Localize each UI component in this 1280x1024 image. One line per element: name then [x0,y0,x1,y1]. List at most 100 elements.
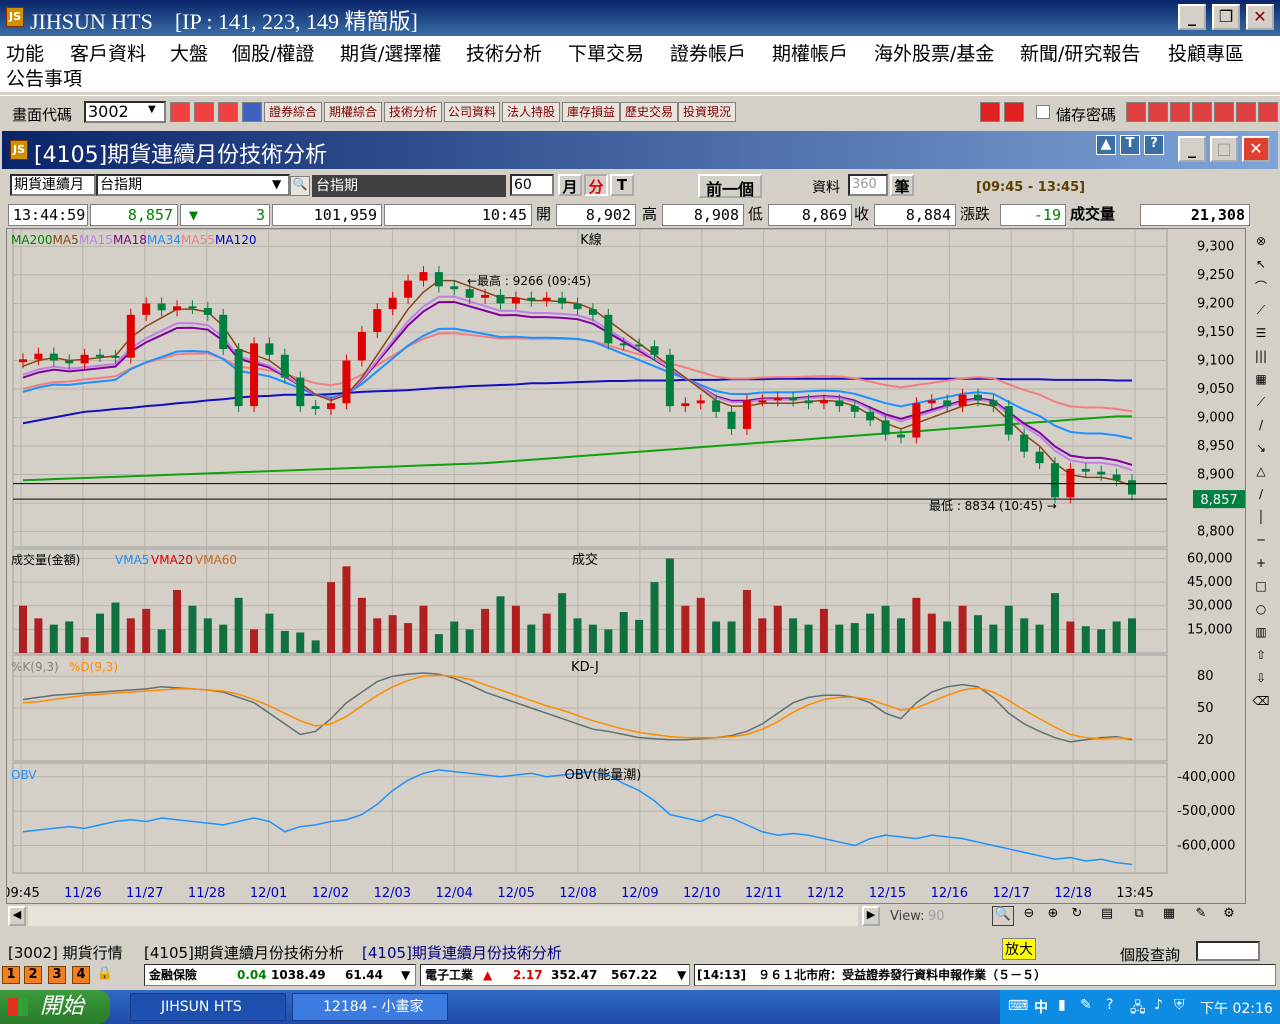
rect-icon[interactable]: □ [1251,576,1271,596]
hlines-icon[interactable]: ☰ [1251,323,1271,343]
month-button[interactable]: 月 [558,174,582,196]
cross-icon[interactable]: + [1251,553,1271,573]
table-icon[interactable]: ▦ [1158,906,1180,926]
child-close-button[interactable]: ✕ [1242,136,1270,162]
menu-securities-account[interactable]: 證券帳戶 [670,39,746,66]
zoom-icon[interactable]: 🔍 [992,906,1014,926]
page-3-button[interactable]: 3 [48,966,66,984]
arrow-left-icon[interactable] [980,102,1000,122]
arrow-right-icon[interactable] [1004,102,1024,122]
grid-icon[interactable] [1236,102,1256,122]
toolbar-company[interactable]: 公司資料 [444,102,500,122]
shield-icon[interactable]: ⛨ [1174,997,1185,1013]
scroll-right-button[interactable]: ▶ [862,906,880,926]
menu-order[interactable]: 下單交易 [568,39,644,66]
scroll-track[interactable] [28,906,858,926]
toolbar-institutional[interactable]: 法人持股 [502,102,560,122]
gear-icon[interactable]: ⚙ [1218,906,1240,926]
tab-futures-quote[interactable]: [3002] 期貨行情 [8,942,123,963]
pattern-icon[interactable]: ▦ [1251,369,1271,389]
chevron-down-icon[interactable]: ▼ [401,965,410,985]
menu-news[interactable]: 新聞/研究報告 [1020,39,1140,66]
trendline-icon[interactable]: ⟋ [1251,300,1271,320]
save-password-checkbox[interactable] [1036,105,1050,119]
menu-technical[interactable]: 技術分析 [466,39,542,66]
menu-announcements[interactable]: 公告事項 [6,64,82,91]
child-minimize-button[interactable]: _ [1178,136,1206,162]
minimize-button[interactable]: _ [1178,4,1206,30]
vline-icon[interactable]: │ [1251,507,1271,527]
refresh-icon[interactable]: ↻ [1066,906,1088,926]
menu-futures[interactable]: 期貨/選擇權 [340,39,441,66]
help-icon[interactable]: ? [1106,997,1113,1013]
data-count-input[interactable]: 360 [848,174,888,196]
toolbar-securities-summary[interactable]: 證券綜合 [264,102,322,122]
cancel-icon[interactable]: ⊗ [1251,231,1271,251]
dropdown-icon[interactable] [242,102,262,122]
copy-icon[interactable]: ⧉ [1128,906,1150,926]
period-select[interactable]: 60 [510,174,554,196]
line-icon[interactable]: / [1251,415,1271,435]
toolbar-investment[interactable]: 投資現況 [678,102,736,122]
down-icon[interactable]: ⇩ [1251,668,1271,688]
zoom-out-icon[interactable]: ⊖ [1018,906,1040,926]
menu-customer[interactable]: 客戶資料 [70,39,146,66]
mail-icon[interactable] [1148,102,1168,122]
view-value[interactable]: 90 [928,909,945,924]
help-icon[interactable]: ? [1144,135,1164,155]
window-icon[interactable] [194,102,214,122]
toolbar-futures-summary[interactable]: 期權綜合 [324,102,382,122]
menu-overseas[interactable]: 海外股票/基金 [874,39,994,66]
previous-button[interactable]: 前一個 [698,174,762,199]
ime-tool-icon[interactable]: ✎ [1080,997,1092,1013]
up-icon[interactable]: ⇧ [1251,645,1271,665]
restore-button[interactable]: ❐ [1212,4,1240,30]
chevron-down-icon[interactable]: ▼ [677,965,686,985]
scroll-left-button[interactable]: ◀ [8,906,26,926]
chevron-down-icon[interactable]: ▼ [272,177,281,191]
fan-icon[interactable]: ⟋ [1251,392,1271,412]
keyboard-icon[interactable]: ⌨ [1008,998,1028,1014]
stock-query-input[interactable] [1196,941,1260,961]
doc-icon[interactable] [1170,102,1190,122]
menu-market[interactable]: 大盤 [170,39,208,66]
news-ticker[interactable]: [14:13] ９６１北市府：受益證券發行資料申報作業（５－５） [694,964,1276,986]
product-select[interactable]: 台指期 [96,174,290,196]
arrow-icon[interactable]: ↘ [1251,438,1271,458]
menu-function[interactable]: 功能 [6,39,44,66]
product-type-select[interactable]: 期貨連續月 [10,174,96,196]
print-icon[interactable] [218,102,238,122]
settings-icon[interactable] [1258,102,1278,122]
zoom-button[interactable]: 放大 [1002,938,1036,960]
tools-icon[interactable] [1192,102,1212,122]
vlines-icon[interactable]: ||| [1251,346,1271,366]
toolbar-technical[interactable]: 技術分析 [384,102,442,122]
chart-svg[interactable]: 09:45 11/26 11/27 11/28 12/01 12/02 12/03 12/04… [2,228,1247,905]
edit-icon[interactable] [1126,102,1146,122]
triangle-up-icon[interactable]: ▲ [1096,135,1116,155]
zoom-in-icon[interactable]: ⊕ [1042,906,1064,926]
tab-technical-2[interactable]: [4105]期貨連續月份技術分析 [362,942,562,963]
triangle-icon[interactable]: △ [1251,461,1271,481]
search-icon[interactable] [170,102,190,122]
page-2-button[interactable]: 2 [24,966,42,984]
volume-icon[interactable]: ♪ [1154,997,1163,1013]
task-paint[interactable]: 12184 - 小畫家 [292,993,448,1021]
bars-icon[interactable]: ▥ [1251,622,1271,642]
network-icon[interactable]: 🖧 [1130,997,1146,1021]
eraser-icon[interactable]: ⌫ [1251,691,1271,711]
hline-icon[interactable]: ─ [1251,530,1271,550]
menu-advisor[interactable]: 投顧專區 [1168,39,1244,66]
arc-icon[interactable]: ⌒ [1251,277,1271,297]
ime-indicator[interactable]: 中 [1034,997,1048,1017]
cursor-icon[interactable]: ↖ [1251,254,1271,274]
chevron-down-icon[interactable]: ▼ [148,104,156,115]
close-button[interactable]: ✕ [1246,4,1274,30]
toolbar-history[interactable]: 歷史交易 [620,102,678,122]
task-jihsun[interactable]: JIHSUN HTS [130,993,286,1021]
search-icon[interactable]: 🔍 [290,176,310,196]
page-1-button[interactable]: 1 [2,966,20,984]
child-maximize-button[interactable]: □ [1210,136,1238,162]
minute-button[interactable]: 分 [584,174,608,196]
slash-icon[interactable]: ∕ [1251,484,1271,504]
